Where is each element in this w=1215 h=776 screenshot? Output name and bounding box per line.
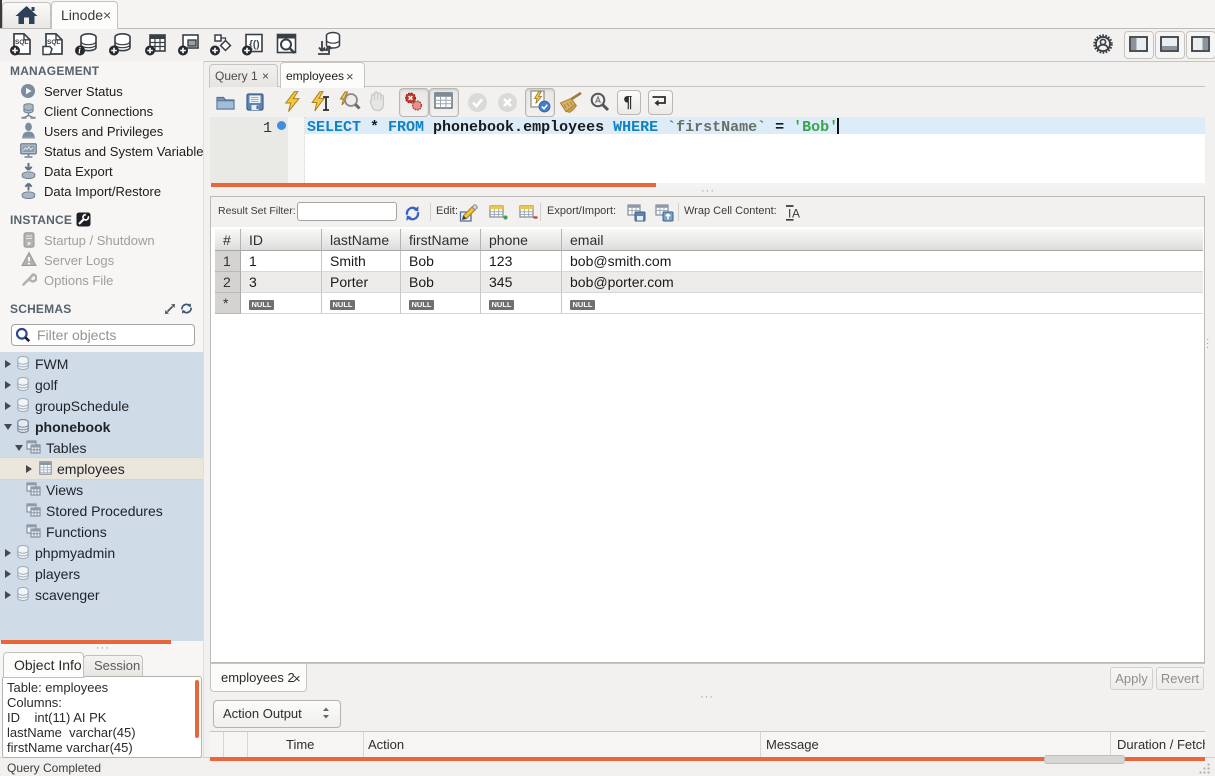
svg-text:I: I [788, 207, 791, 221]
svg-text:A: A [792, 207, 800, 221]
svg-text:SQL: SQL [15, 39, 28, 46]
svg-text:SQL: SQL [47, 39, 60, 46]
